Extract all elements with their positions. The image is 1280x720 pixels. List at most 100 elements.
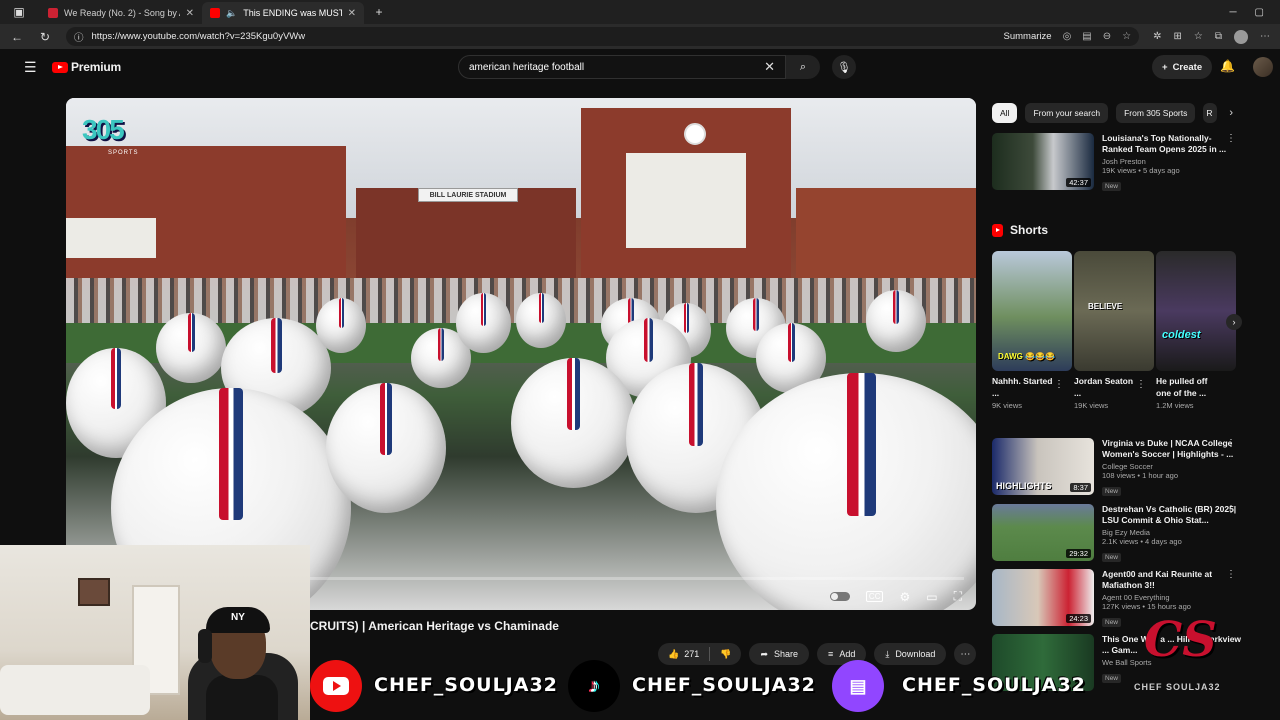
more-icon[interactable]: ⋯ xyxy=(1260,31,1270,42)
rec-stats: 19K views • 5 days ago xyxy=(1102,166,1180,175)
player-controls: CC ⚙ ▭ ⛶ xyxy=(829,589,962,604)
chip-all[interactable]: All xyxy=(992,103,1018,123)
window-controls: ─ ▢ xyxy=(1229,7,1280,18)
refresh-icon[interactable]: ↻ xyxy=(38,30,52,44)
rec-channel[interactable]: Agent 00 Everything xyxy=(1102,593,1242,602)
video-meta: Louisiana's Top Nationally-Ranked Team O… xyxy=(1102,133,1242,193)
summarize-button[interactable]: Summarize xyxy=(1004,31,1052,42)
url-field[interactable]: ⓘ https://www.youtube.com/watch?v=235Kgu… xyxy=(66,27,1140,46)
chip-related[interactable]: R xyxy=(1203,103,1218,123)
more-vertical-icon[interactable]: ⋮ xyxy=(1226,504,1236,515)
shorts-logo-icon xyxy=(992,223,1003,237)
rec-channel[interactable]: Josh Preston xyxy=(1102,157,1242,166)
theater-mode-icon[interactable]: ▭ xyxy=(926,590,937,604)
shorts-heading-label: Shorts xyxy=(1010,223,1049,237)
rec-stats: 108 views • 1 hour ago xyxy=(1102,471,1179,480)
autoplay-toggle[interactable] xyxy=(829,592,850,601)
rec-title[interactable]: Destrehan Vs Catholic (BR) 2025| LSU Com… xyxy=(1102,504,1242,526)
favorite-star-icon[interactable]: ☆ xyxy=(1122,31,1131,42)
rec-title[interactable]: Louisiana's Top Nationally-Ranked Team O… xyxy=(1102,133,1242,155)
rec-channel[interactable]: Big Ezy Media xyxy=(1102,528,1242,537)
back-icon[interactable]: ← xyxy=(10,30,24,44)
clear-search-icon[interactable]: ✕ xyxy=(764,59,775,75)
youtube-logo[interactable]: Premium xyxy=(52,60,121,74)
filter-chips: All From your search From 305 Sports R › xyxy=(992,103,1233,123)
video-thumbnail[interactable]: 24:23 xyxy=(992,569,1094,626)
short-title[interactable]: Jordan Seaton ... xyxy=(1074,375,1136,399)
url-tools: Summarize ◎ ▤ ⊖ ☆ xyxy=(1004,31,1132,42)
zoom-icon[interactable]: ⊖ xyxy=(1103,31,1111,42)
tab-actions-icon[interactable]: ▣ xyxy=(12,5,26,19)
reader-icon[interactable]: ▤ xyxy=(1082,31,1091,42)
browser-tab-bar: ▣ We Ready (No. 2) - Song by Arch ✕ 🔈 Th… xyxy=(0,0,1280,24)
chip-from-305-sports[interactable]: From 305 Sports xyxy=(1116,103,1196,123)
chip-from-your-search[interactable]: From your search xyxy=(1025,103,1109,123)
short-card[interactable]: coldest He pulled off one of the ... 1.2… xyxy=(1156,251,1236,410)
video-frame-canopy xyxy=(66,218,156,258)
more-vertical-icon[interactable]: ⋮ xyxy=(1226,133,1236,144)
shorts-next-button[interactable]: › xyxy=(1226,314,1242,330)
list-item[interactable]: 29:32 Destrehan Vs Catholic (BR) 2025| L… xyxy=(992,504,1242,564)
speaker-icon[interactable]: 🔈 xyxy=(226,8,237,18)
new-badge: New xyxy=(1102,618,1122,627)
video-player[interactable]: BILL LAURIE STADIUM 305 SPORTS CC ⚙ ▭ ⛶ xyxy=(66,98,976,610)
fullscreen-icon[interactable]: ⛶ xyxy=(954,589,962,604)
short-thumbnail[interactable]: coldest xyxy=(1156,251,1236,371)
create-button[interactable]: + Create xyxy=(1152,55,1213,79)
more-vertical-icon[interactable]: ⋮ xyxy=(1226,438,1236,449)
video-frame-helmet xyxy=(316,298,366,353)
short-card[interactable]: BELIEVE Jordan Seaton ... 19K views ⋮ xyxy=(1074,251,1154,410)
menu-icon[interactable]: ☰ xyxy=(24,59,42,76)
duration-badge: 29:32 xyxy=(1066,549,1091,558)
rec-channel[interactable]: College Soccer xyxy=(1102,462,1242,471)
collections-icon[interactable]: ⧉ xyxy=(1215,31,1222,42)
extensions-icon[interactable]: ✲ xyxy=(1153,31,1161,42)
captions-button[interactable]: CC xyxy=(865,591,884,602)
wall-picture xyxy=(78,578,110,606)
short-card[interactable]: DAWG 😂😂😂 Nahhh. Started ... 9K views ⋮ xyxy=(992,251,1072,410)
tab-title: This ENDING was MUST WA xyxy=(243,8,342,18)
search-button[interactable]: ⌕ xyxy=(786,55,820,79)
browser-tab-2[interactable]: 🔈 This ENDING was MUST WA ✕ xyxy=(202,2,364,24)
rec-title[interactable]: Virginia vs Duke | NCAA College Women's … xyxy=(1102,438,1242,460)
maximize-icon[interactable]: ▢ xyxy=(1255,7,1264,18)
more-vertical-icon[interactable]: ⋮ xyxy=(1136,379,1146,390)
ai-icon[interactable]: ◎ xyxy=(1063,31,1072,42)
search-input[interactable]: american heritage football ✕ xyxy=(458,55,786,79)
more-vertical-icon[interactable]: ⋮ xyxy=(1054,379,1064,390)
list-item[interactable]: 42:37 Louisiana's Top Nationally-Ranked … xyxy=(992,133,1242,193)
create-label: Create xyxy=(1172,61,1203,73)
list-item[interactable]: HIGHLIGHTS 8:37 Virginia vs Duke | NCAA … xyxy=(992,438,1242,498)
profile-avatar[interactable] xyxy=(1234,29,1248,44)
close-tab-icon[interactable]: ✕ xyxy=(348,8,356,19)
short-views: 9K views xyxy=(992,401,1023,410)
short-title[interactable]: He pulled off one of the ... xyxy=(1156,375,1218,399)
video-thumbnail[interactable]: HIGHLIGHTS 8:37 xyxy=(992,438,1094,495)
video-frame-helmet xyxy=(866,290,926,352)
more-vertical-icon[interactable]: ⋮ xyxy=(1226,569,1236,580)
short-thumbnail[interactable]: BELIEVE xyxy=(1074,251,1154,371)
short-title[interactable]: Nahhh. Started ... xyxy=(992,375,1054,399)
video-thumbnail[interactable]: 42:37 xyxy=(992,133,1094,190)
site-info-icon[interactable]: ⓘ xyxy=(74,30,84,44)
new-tab-icon[interactable]: + xyxy=(372,5,386,19)
voice-search-button[interactable]: 🎙 xyxy=(832,55,856,79)
youtube-handle: CHEF_SOULJA32 xyxy=(374,674,558,696)
browser-tab-1[interactable]: We Ready (No. 2) - Song by Arch ✕ xyxy=(40,2,202,24)
split-screen-icon[interactable]: ⊞ xyxy=(1174,31,1182,42)
favorites-icon[interactable]: ☆ xyxy=(1194,31,1203,42)
account-avatar[interactable] xyxy=(1253,57,1273,77)
rec-stats: 2.1K views • 4 days ago xyxy=(1102,537,1182,546)
close-tab-icon[interactable]: ✕ xyxy=(186,8,194,19)
chevron-right-icon[interactable]: › xyxy=(1229,107,1233,119)
short-thumbnail[interactable]: DAWG 😂😂😂 xyxy=(992,251,1072,371)
settings-gear-icon[interactable]: ⚙ xyxy=(899,590,910,604)
streamer-shirt xyxy=(206,675,278,720)
music-favicon-icon xyxy=(48,8,58,18)
rec-title[interactable]: Agent00 and Kai Reunite at Mafiathon 3!! xyxy=(1102,569,1242,591)
search-value: american heritage football xyxy=(469,61,585,73)
minimize-icon[interactable]: ─ xyxy=(1229,7,1236,18)
plus-icon: + xyxy=(1162,61,1168,73)
notifications-bell-icon[interactable]: 🔔 xyxy=(1220,59,1235,73)
video-thumbnail[interactable]: 29:32 xyxy=(992,504,1094,561)
